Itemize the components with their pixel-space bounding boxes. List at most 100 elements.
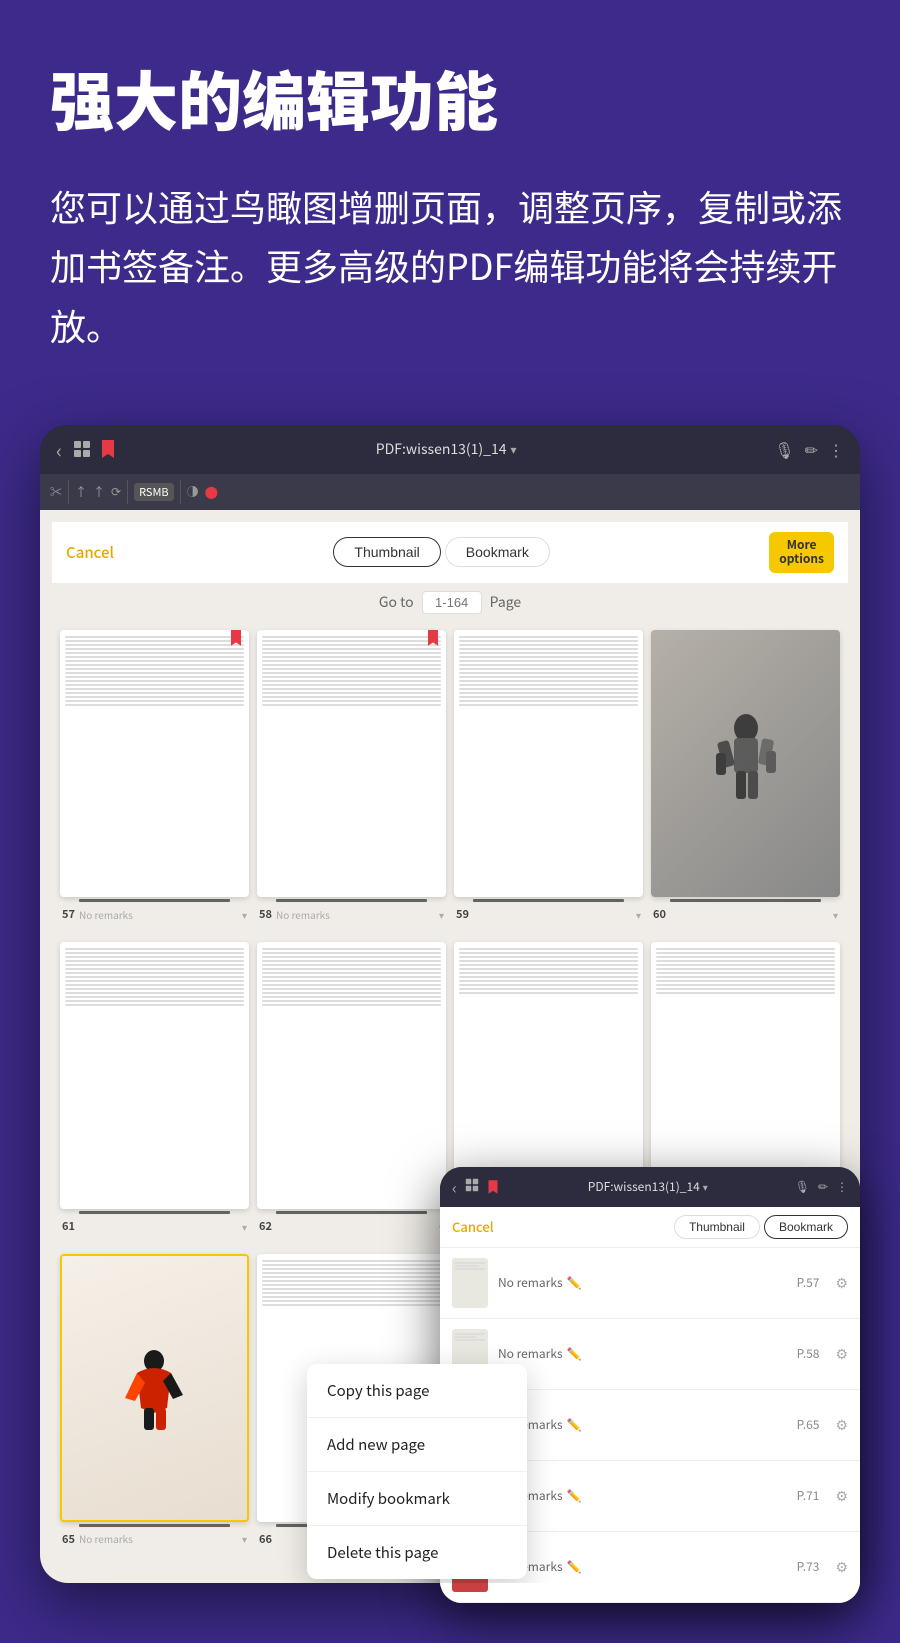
dropdown-arrow-57[interactable]: ▾ [242,907,247,922]
sec-controls: Cancel Thumbnail Bookmark [440,1207,860,1248]
page-thumb-62[interactable]: 62 ▾ [257,942,446,1238]
sec-tab-thumbnail[interactable]: Thumbnail [674,1215,760,1239]
mic-icon[interactable]: 🎙 [774,437,794,461]
sec-tab-bookmark[interactable]: Bookmark [764,1215,848,1239]
back-button[interactable]: ‹ [56,435,62,464]
goto-bar: Go to Page [52,583,848,622]
tab-thumbnail[interactable]: Thumbnail [333,537,440,567]
page-label-row-58: 58 No remarks ▾ [257,902,446,926]
bookmark-settings-icon-57[interactable]: ⚙ [835,1273,848,1293]
page-thumb-65[interactable]: 65 No remarks ▾ [60,1254,249,1550]
dropdown-arrow-61[interactable]: ▾ [242,1219,247,1234]
bookmark-nav-icon[interactable] [98,439,118,459]
bookmark-info-71: No remarks ✏️ [498,1487,787,1504]
edit-remark-icon-73[interactable]: ✏️ [567,1558,582,1575]
edit-remark-icon-65[interactable]: ✏️ [567,1416,582,1433]
bookmark-settings-icon-58[interactable]: ⚙ [835,1344,848,1364]
dropdown-arrow-59[interactable]: ▾ [636,907,641,922]
toolbar-icon-2[interactable]: ↑ [75,483,87,500]
page-image-59 [454,630,643,897]
hero-section: 强大的编辑功能 您可以通过鸟瞰图增删页面，调整页序，复制或添加书签备注。更多高级… [0,0,900,395]
bookmark-remark-65: No remarks ✏️ [498,1416,787,1433]
bookmark-settings-icon-65[interactable]: ⚙ [835,1415,848,1435]
toolbar-label: RSMB [134,483,174,501]
dropdown-arrow-65[interactable]: ▾ [242,1531,247,1546]
page-thumb-59[interactable]: 59 ▾ [454,630,643,926]
dropdown-arrow-60[interactable]: ▾ [833,907,838,922]
bookmark-settings-icon-71[interactable]: ⚙ [835,1486,848,1506]
bookmark-page-71: P.71 [797,1487,820,1504]
sec-bookmark-nav-icon[interactable] [487,1175,499,1199]
goto-input[interactable] [422,591,482,614]
thumb-tabs: Thumbnail Bookmark [333,537,549,567]
page-label-row-65: 65 No remarks ▾ [60,1527,249,1551]
sec-back-button[interactable]: ‹ [452,1175,457,1199]
context-menu-modify-bookmark[interactable]: Modify bookmark [307,1472,527,1526]
sec-pen-icon[interactable]: ✏ [818,1178,828,1195]
bookmark-page-65: P.65 [797,1416,820,1433]
context-menu-add-page[interactable]: Add new page [307,1418,527,1472]
bookmark-item-p57[interactable]: No remarks ✏️ P.57 ⚙ [440,1248,860,1319]
device-section: ‹ PDF:wissen13(1)_14 [0,395,900,1643]
sec-more-icon[interactable]: ⋮ [836,1178,848,1195]
bookmark-info-73: No remarks ✏️ [498,1558,787,1575]
tab-bookmark[interactable]: Bookmark [445,537,550,567]
toolbar-icon-5[interactable]: ◑ [187,483,199,500]
sec-tabs: Thumbnail Bookmark [674,1215,848,1239]
bookmark-info-65: No remarks ✏️ [498,1416,787,1433]
tablet-right-icons: 🎙 ✏ ⋮ [774,437,844,461]
bookmark-page-73: P.73 [797,1558,820,1575]
page-label-row-61: 61 ▾ [60,1214,249,1238]
toolbar-icon-6[interactable]: ⬤ [205,483,218,500]
page-label-row-60: 60 ▾ [651,902,840,926]
dropdown-arrow-58[interactable]: ▾ [439,907,444,922]
sec-cancel-button[interactable]: Cancel [452,1217,494,1236]
bookmark-remark-73: No remarks ✏️ [498,1558,787,1575]
tablet-sec-title: PDF:wissen13(1)_14 ▾ [509,1178,787,1195]
page-image-65 [60,1254,249,1521]
edit-remark-icon-58[interactable]: ✏️ [567,1345,582,1362]
page-image-58 [257,630,446,897]
cancel-button[interactable]: Cancel [66,542,114,563]
page-label-row-62: 62 ▾ [257,1214,446,1238]
page-thumb-57[interactable]: 57 No remarks ▾ [60,630,249,926]
bookmark-page-57: P.57 [797,1274,820,1291]
thumb-controls: Cancel Thumbnail Bookmark More options [52,522,848,583]
sec-grid-icon[interactable] [465,1178,479,1196]
bookmark-page-58: P.58 [797,1345,820,1362]
page-image-57 [60,630,249,897]
context-menu-copy-page[interactable]: Copy this page [307,1364,527,1418]
tablet-title: PDF:wissen13(1)_14 ▾ [128,439,764,459]
toolbar-icon-3[interactable]: ↑ [93,483,105,500]
pen-icon[interactable]: ✏ [805,437,818,461]
hero-description: 您可以通过鸟瞰图增删页面，调整页序，复制或添加书签备注。更多高级的PDF编辑功能… [50,177,850,355]
more-menu-icon[interactable]: ⋮ [828,437,844,461]
grid-view-icon[interactable] [72,439,92,459]
edit-remark-icon-57[interactable]: ✏️ [567,1274,582,1291]
more-options-button[interactable]: More options [769,532,834,573]
page-thumb-60[interactable]: 60 ▾ [651,630,840,926]
page-label-row-57: 57 No remarks ▾ [60,902,249,926]
page-thumb-58[interactable]: 58 No remarks ▾ [257,630,446,926]
bookmark-info-57: No remarks ✏️ [498,1274,787,1291]
bookmark-remark-71: No remarks ✏️ [498,1487,787,1504]
page-image-62 [257,942,446,1209]
tablet-top-bar: ‹ PDF:wissen13(1)_14 [40,425,860,474]
toolbar-icon-4[interactable]: ⟳ [111,483,121,500]
goto-label: Go to [379,592,414,612]
page-grid-row1: 57 No remarks ▾ [52,622,848,934]
bookmark-remark-57: No remarks ✏️ [498,1274,787,1291]
page-image-60 [651,630,840,897]
hero-title: 强大的编辑功能 [50,60,850,137]
page-thumb-61[interactable]: 61 ▾ [60,942,249,1238]
page-label: Page [490,592,522,612]
bookmark-settings-icon-73[interactable]: ⚙ [835,1557,848,1577]
page-image-61 [60,942,249,1209]
context-menu-delete-page[interactable]: Delete this page [307,1526,527,1579]
edit-remark-icon-71[interactable]: ✏️ [567,1487,582,1504]
sec-mic-icon[interactable]: 🎙 [795,1178,810,1195]
toolbar-icon-1[interactable]: ✂ [50,483,62,500]
context-menu: Copy this page Add new page Modify bookm… [307,1364,527,1579]
bookmark-info-58: No remarks ✏️ [498,1345,787,1362]
bookmark-remark-58: No remarks ✏️ [498,1345,787,1362]
